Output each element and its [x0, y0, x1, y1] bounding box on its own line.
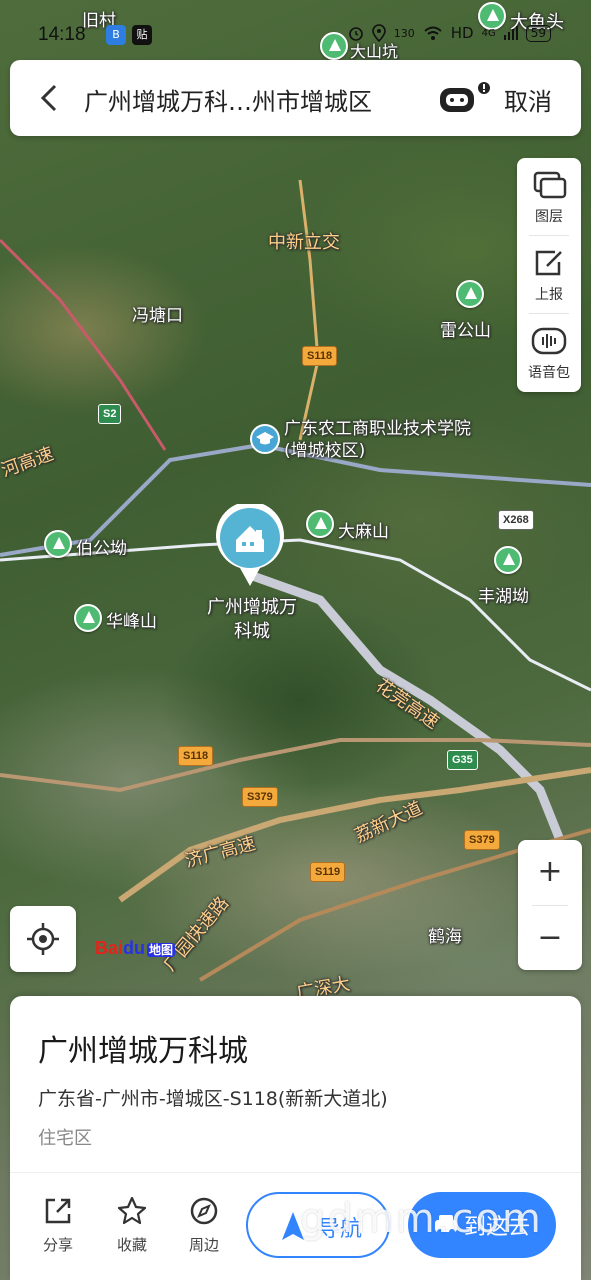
map-tools-panel: 图层 上报 语音包 — [517, 158, 581, 392]
location-icon — [371, 24, 386, 42]
report-button[interactable]: 上报 — [517, 248, 581, 304]
mountain-poi-icon[interactable] — [306, 510, 334, 538]
card-divider — [10, 1172, 581, 1173]
place-category: 住宅区 — [38, 1128, 92, 1149]
label-baigongao: 伯公坳 — [76, 539, 127, 559]
search-title[interactable]: 广州增城万科…州市增城区 — [84, 82, 372, 117]
signal-type: 4G — [481, 27, 496, 39]
alarm-icon — [348, 27, 363, 41]
place-name: 广州增城万科城 — [38, 1034, 248, 1069]
edit-report-icon — [535, 250, 562, 276]
share-icon — [45, 1198, 71, 1224]
share-label: 分享 — [42, 1236, 73, 1254]
house-marker-icon — [216, 501, 284, 586]
road-shield-s379: S379 — [464, 830, 500, 850]
label-fenghuao: 丰湖坳 — [478, 587, 529, 607]
back-arrow-icon[interactable] — [40, 84, 58, 112]
cancel-button[interactable]: 取消 — [504, 82, 552, 117]
compass-icon — [190, 1197, 218, 1225]
favorite-label: 收藏 — [116, 1236, 147, 1254]
tool-divider — [529, 235, 569, 236]
favorite-button[interactable]: 收藏 — [102, 1196, 162, 1255]
locate-me-button[interactable] — [10, 906, 76, 972]
search-bar: 广州增城万科…州市增城区 取消 — [10, 60, 581, 136]
road-shield-s118: S118 — [302, 346, 338, 366]
layers-button[interactable]: 图层 — [517, 170, 581, 226]
watermark-text: gdmm.com — [300, 1196, 543, 1242]
label-hehai: 鹤海 — [428, 927, 462, 947]
report-label: 上报 — [535, 287, 563, 303]
layers-label: 图层 — [535, 209, 563, 225]
road-shield-g35: G35 — [447, 750, 478, 770]
voice-assistant-icon[interactable] — [438, 82, 494, 114]
nearby-button[interactable]: 周边 — [174, 1196, 234, 1255]
label-fengtangkou: 冯塘口 — [132, 306, 183, 326]
zoom-controls: + − — [518, 840, 582, 970]
voice-pack-button[interactable]: 语音包 — [517, 326, 581, 382]
label-zhongxin-interchange: 中新立交 — [268, 232, 340, 253]
star-icon — [117, 1196, 147, 1225]
battery-icon: 59 — [525, 24, 551, 42]
zoom-out-button[interactable]: − — [518, 906, 582, 970]
share-button[interactable]: 分享 — [28, 1196, 88, 1255]
label-huafengshan: 华峰山 — [106, 612, 157, 632]
hd-indicator: HD — [450, 24, 474, 42]
wifi-icon — [424, 26, 442, 40]
signal-icon — [503, 26, 518, 40]
layers-icon — [533, 171, 567, 199]
voice-pack-label: 语音包 — [528, 365, 570, 381]
mountain-poi-icon[interactable] — [494, 546, 522, 574]
tool-divider — [529, 313, 569, 314]
zoom-in-button[interactable]: + — [518, 840, 582, 904]
label-school: 广东农工商职业技术学院(增城校区) — [284, 419, 471, 461]
baidu-map-logo: Baidu 地图 — [95, 938, 176, 958]
road-shield-s2: S2 — [98, 404, 122, 424]
selected-place-marker[interactable] — [214, 501, 286, 588]
mountain-poi-icon[interactable] — [74, 604, 102, 632]
school-poi-icon[interactable] — [250, 424, 280, 454]
road-shield-x268: X268 — [498, 510, 534, 530]
road-shield-s119: S119 — [310, 862, 346, 882]
status-bar: 14:18 B 贴 130 HD 4G 59 — [0, 0, 591, 60]
notification-app-icon: 贴 — [132, 25, 152, 45]
label-selected-place: 广州增城万科城 — [207, 597, 297, 642]
place-address: 广东省-广州市-增城区-S118(新新大道北) — [38, 1088, 388, 1110]
label-damashan: 大麻山 — [338, 522, 389, 542]
nearby-label: 周边 — [188, 1236, 219, 1254]
label-leigongshan: 雷公山 — [440, 321, 491, 341]
mountain-poi-icon[interactable] — [456, 280, 484, 308]
road-shield-s118: S118 — [178, 746, 214, 766]
notification-app-icon: B — [106, 25, 126, 45]
network-speed: 130 — [393, 26, 415, 40]
status-time: 14:18 — [38, 24, 86, 45]
voice-pack-icon — [531, 327, 567, 355]
mountain-poi-icon[interactable] — [44, 530, 72, 558]
crosshair-icon — [27, 923, 59, 955]
road-shield-s379: S379 — [242, 787, 278, 807]
